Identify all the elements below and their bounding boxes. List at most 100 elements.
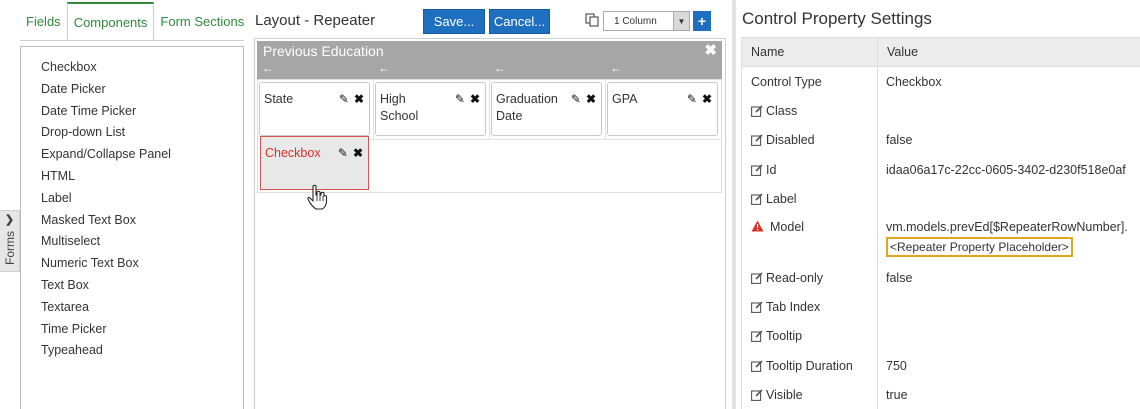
edit-icon[interactable] (751, 389, 763, 402)
property-name: Tooltip Duration (766, 358, 853, 373)
edit-icon[interactable] (751, 360, 763, 372)
property-value: vm.models.prevEd[$RepeaterRowNumber]. (886, 219, 1128, 234)
property-name: Tooltip (766, 329, 803, 344)
edit-icon[interactable] (751, 193, 763, 206)
hand-cursor-icon (307, 184, 328, 210)
save-button[interactable]: Save... (423, 9, 485, 34)
pencil-icon[interactable]: ✎ (338, 145, 348, 162)
component-masked-text-box[interactable]: Masked Text Box (21, 210, 243, 232)
delete-icon[interactable]: ✖ (586, 91, 596, 108)
component-numeric-text-box[interactable]: Numeric Text Box (21, 253, 243, 275)
property-value: false (886, 270, 913, 285)
arrow-left-icon[interactable]: ← (378, 61, 390, 75)
property-row-model[interactable]: Model vm.models.prevEd[$RepeaterRowNumbe… (742, 213, 1140, 263)
edit-icon[interactable] (751, 105, 763, 118)
warning-icon (751, 220, 764, 232)
property-name: Read-only (766, 270, 823, 285)
palette-tabs: Fields Components Form Sections (20, 2, 250, 41)
property-row-visible[interactable]: Visible true (742, 380, 1140, 409)
property-value: Checkbox (886, 74, 942, 89)
tab-fields[interactable]: Fields (20, 2, 67, 40)
component-typeahead[interactable]: Typeahead (21, 340, 243, 362)
close-icon[interactable]: ✖ (704, 41, 717, 59)
field-label: School (380, 109, 419, 123)
property-row-tooltip-duration[interactable]: Tooltip Duration 750 (742, 351, 1140, 381)
property-row-read-only[interactable]: Read-only false (742, 262, 1140, 293)
edit-icon[interactable] (751, 134, 763, 147)
property-value: idaa06a17c-22cc-0605-3402-d230f518e0af (886, 162, 1126, 177)
component-expand-collapse-panel[interactable]: Expand/Collapse Panel (21, 144, 243, 166)
property-table-header: Name Value (742, 37, 1140, 67)
property-name: Model (770, 219, 805, 234)
header-name: Name (742, 38, 878, 66)
components-list: Checkbox Date Picker Date Time Picker Dr… (20, 46, 244, 409)
property-name: Visible (766, 388, 803, 403)
repeater-header: Previous Education ✖ ← ← ← ← (257, 41, 722, 79)
tab-components[interactable]: Components (66, 2, 155, 41)
edit-icon[interactable] (751, 301, 763, 313)
component-label[interactable]: Label (21, 188, 243, 210)
repeater-title: Previous Education (263, 43, 384, 59)
grid-divider (605, 79, 606, 139)
edit-icon[interactable] (751, 272, 763, 284)
property-table: Name Value Control Type Checkbox Class D… (741, 37, 1140, 409)
column-count-value: 1 Column (614, 15, 657, 27)
property-value (878, 185, 1140, 214)
grid-divider (373, 79, 374, 139)
field-high-school[interactable]: High School ✎ ✖ (375, 82, 486, 136)
property-row-label[interactable]: Label (742, 184, 1140, 214)
field-state[interactable]: State ✎ ✖ (259, 82, 370, 136)
chevron-right-icon: ❯ (4, 214, 15, 226)
field-gpa[interactable]: GPA ✎ ✖ (607, 82, 718, 136)
property-value: true (886, 388, 908, 403)
property-row-class[interactable]: Class (742, 96, 1140, 126)
property-row-disabled[interactable]: Disabled false (742, 125, 1140, 156)
pencil-icon[interactable]: ✎ (687, 91, 697, 108)
component-text-box[interactable]: Text Box (21, 275, 243, 297)
component-html[interactable]: HTML (21, 166, 243, 188)
tab-form-sections[interactable]: Form Sections (154, 2, 250, 40)
delete-icon[interactable]: ✖ (353, 145, 363, 162)
delete-icon[interactable]: ✖ (354, 91, 364, 108)
field-graduation-date[interactable]: Graduation Date ✎ ✖ (491, 82, 602, 136)
caret-down-icon: ▼ (673, 12, 689, 30)
component-date-time-picker[interactable]: Date Time Picker (21, 101, 243, 123)
repeater-property-placeholder[interactable]: <Repeater Property Placeholder> (886, 236, 1073, 257)
component-time-picker[interactable]: Time Picker (21, 319, 243, 341)
component-drop-down-list[interactable]: Drop-down List (21, 122, 243, 144)
cancel-button[interactable]: Cancel... (489, 9, 550, 34)
field-checkbox-selected[interactable]: Checkbox ✎ ✖ (260, 136, 369, 190)
header-value: Value (887, 45, 919, 59)
property-value: 750 (886, 358, 907, 373)
property-name: Label (766, 192, 797, 207)
property-row-tooltip[interactable]: Tooltip (742, 321, 1140, 352)
delete-icon[interactable]: ✖ (702, 91, 712, 108)
property-name: Control Type (751, 74, 822, 89)
forms-side-tab[interactable]: ❯ Forms (0, 210, 20, 272)
property-name: Id (766, 162, 777, 177)
property-row-tab-index[interactable]: Tab Index (742, 292, 1140, 322)
column-count-select[interactable]: 1 Column ▼ (603, 11, 690, 31)
property-value (878, 322, 1140, 351)
property-value (878, 292, 1140, 321)
pencil-icon[interactable]: ✎ (339, 91, 349, 108)
grid-divider (489, 79, 490, 139)
add-column-button[interactable]: + (693, 11, 711, 31)
pencil-icon[interactable]: ✎ (455, 91, 465, 108)
component-checkbox[interactable]: Checkbox (21, 57, 243, 79)
pencil-icon[interactable]: ✎ (571, 91, 581, 108)
component-textarea[interactable]: Textarea (21, 297, 243, 319)
arrow-left-icon[interactable]: ← (262, 61, 274, 75)
property-row-id[interactable]: Id idaa06a17c-22cc-0605-3402-d230f518e0a… (742, 155, 1140, 185)
arrow-left-icon[interactable]: ← (494, 61, 506, 75)
delete-icon[interactable]: ✖ (470, 91, 480, 108)
edit-icon[interactable] (751, 330, 763, 343)
edit-icon[interactable] (751, 164, 763, 176)
panel-splitter[interactable] (732, 0, 736, 409)
property-name: Class (766, 104, 798, 119)
property-value: false (886, 133, 913, 148)
component-multiselect[interactable]: Multiselect (21, 231, 243, 253)
arrow-left-icon[interactable]: ← (610, 61, 622, 75)
component-date-picker[interactable]: Date Picker (21, 79, 243, 101)
copy-icon[interactable] (585, 13, 599, 27)
